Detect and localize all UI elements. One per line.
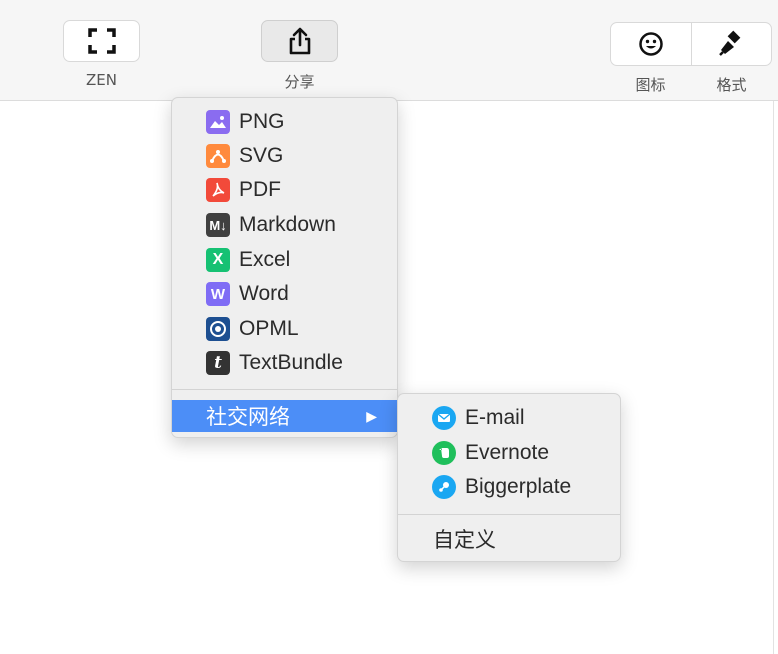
evernote-icon — [432, 441, 456, 465]
menu-separator — [172, 389, 397, 390]
share-label: 分享 — [284, 73, 315, 91]
icon-label: 图标 — [635, 76, 666, 94]
menu-item-pdf[interactable]: PDF — [172, 174, 397, 206]
menu-item-label: Markdown — [239, 213, 336, 236]
menu-item-svg[interactable]: SVG — [172, 140, 397, 172]
smiley-icon — [639, 32, 663, 56]
zen-label: ZEN — [86, 71, 117, 89]
share-icon — [289, 27, 310, 55]
menu-item-label: TextBundle — [239, 351, 343, 374]
menu-item-label: Word — [239, 282, 289, 305]
menu-item-label: Biggerplate — [465, 475, 572, 498]
textbundle-icon: t — [206, 351, 230, 375]
menu-item-label: PDF — [239, 178, 281, 201]
menu-item-biggerplate[interactable]: Biggerplate — [398, 471, 620, 503]
markdown-icon: M↓ — [206, 213, 230, 237]
format-button[interactable] — [690, 23, 772, 65]
menu-item-label: Evernote — [465, 441, 550, 464]
paintbrush-icon — [719, 30, 741, 56]
image-icon — [206, 110, 230, 134]
excel-icon: X — [206, 248, 230, 272]
menu-item-markdown[interactable]: M↓ Markdown — [172, 209, 397, 241]
menu-item-email[interactable]: E-mail — [398, 402, 620, 434]
menu-item-label: 社交网络 — [206, 405, 290, 429]
opml-icon — [206, 317, 230, 341]
zen-button[interactable] — [63, 20, 140, 62]
menu-item-custom[interactable]: 自定义 — [398, 523, 620, 555]
share-menu: PNG SVG PDF M↓ Markdown X Excel W Word O… — [171, 97, 398, 438]
fullscreen-icon — [87, 28, 116, 54]
biggerplate-icon — [432, 475, 456, 499]
menu-item-evernote[interactable]: Evernote — [398, 437, 620, 469]
canvas-edge — [773, 101, 774, 654]
bezier-icon — [206, 144, 230, 168]
toolbar: ZEN 分享 图标 格式 — [0, 0, 778, 101]
menu-item-png[interactable]: PNG — [172, 106, 397, 138]
menu-item-label: 自定义 — [433, 528, 496, 552]
zen-group — [63, 20, 140, 62]
menu-item-label: PNG — [239, 110, 285, 133]
menu-item-word[interactable]: W Word — [172, 278, 397, 310]
social-submenu: E-mail Evernote Biggerplate 自定义 — [397, 393, 621, 562]
menu-item-opml[interactable]: OPML — [172, 313, 397, 345]
share-group — [261, 20, 338, 62]
icon-button[interactable] — [611, 23, 691, 65]
submenu-arrow-icon: ▶ — [366, 407, 377, 424]
word-icon: W — [206, 282, 230, 306]
icon-format-segment — [610, 22, 772, 66]
email-icon — [432, 406, 456, 430]
menu-item-excel[interactable]: X Excel — [172, 244, 397, 276]
menu-item-textbundle[interactable]: t TextBundle — [172, 347, 397, 379]
menu-separator — [398, 514, 620, 515]
share-button[interactable] — [261, 20, 338, 62]
menu-item-label: SVG — [239, 144, 284, 167]
pdf-icon — [206, 178, 230, 202]
menu-item-social-network[interactable]: 社交网络 ▶ — [172, 400, 397, 432]
menu-item-label: OPML — [239, 317, 299, 340]
menu-item-label: Excel — [239, 248, 291, 271]
menu-item-label: E-mail — [465, 406, 525, 429]
format-label: 格式 — [716, 76, 747, 94]
